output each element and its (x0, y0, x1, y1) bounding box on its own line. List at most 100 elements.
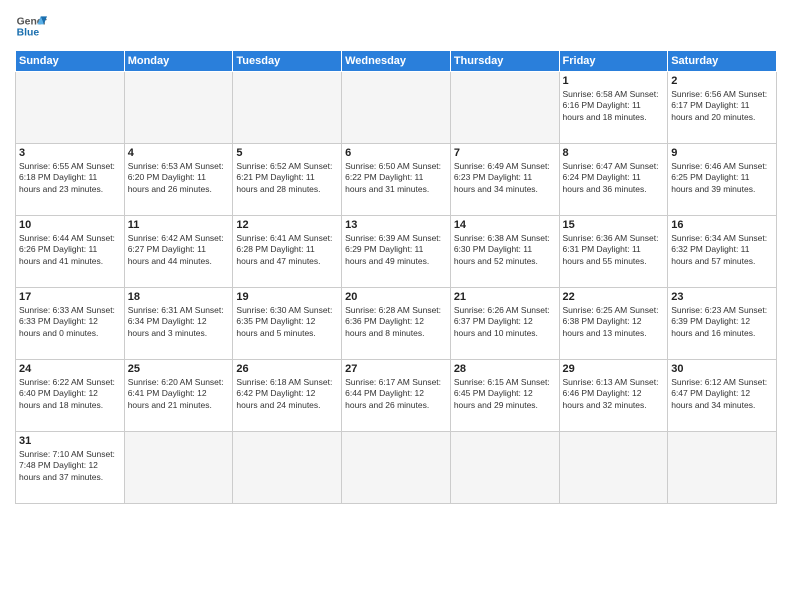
day-info: Sunrise: 6:20 AM Sunset: 6:41 PM Dayligh… (128, 377, 230, 411)
weekday-header-saturday: Saturday (668, 51, 777, 72)
day-number: 8 (563, 147, 665, 159)
calendar-table: SundayMondayTuesdayWednesdayThursdayFrid… (15, 50, 777, 504)
day-info: Sunrise: 6:56 AM Sunset: 6:17 PM Dayligh… (671, 89, 773, 123)
calendar-cell: 15 Sunrise: 6:36 AM Sunset: 6:31 PM Dayli… (559, 216, 668, 288)
day-info: Sunrise: 6:47 AM Sunset: 6:24 PM Dayligh… (563, 161, 665, 195)
calendar-cell: 28 Sunrise: 6:15 AM Sunset: 6:45 PM Dayli… (450, 360, 559, 432)
calendar-cell: 11 Sunrise: 6:42 AM Sunset: 6:27 PM Dayli… (124, 216, 233, 288)
day-info: Sunrise: 6:36 AM Sunset: 6:31 PM Dayligh… (563, 233, 665, 267)
calendar-cell: 2 Sunrise: 6:56 AM Sunset: 6:17 PM Daylig… (668, 72, 777, 144)
day-info: Sunrise: 6:44 AM Sunset: 6:26 PM Dayligh… (19, 233, 121, 267)
day-number: 7 (454, 147, 556, 159)
day-number: 31 (19, 435, 121, 447)
day-number: 12 (236, 219, 338, 231)
calendar-cell: 22 Sunrise: 6:25 AM Sunset: 6:38 PM Dayli… (559, 288, 668, 360)
calendar-cell: 9 Sunrise: 6:46 AM Sunset: 6:25 PM Daylig… (668, 144, 777, 216)
page: General Blue SundayMondayTuesdayWednesda… (0, 0, 792, 612)
day-number: 2 (671, 75, 773, 87)
day-number: 17 (19, 291, 121, 303)
calendar-cell (233, 72, 342, 144)
day-info: Sunrise: 6:55 AM Sunset: 6:18 PM Dayligh… (19, 161, 121, 195)
calendar-cell: 17 Sunrise: 6:33 AM Sunset: 6:33 PM Dayli… (16, 288, 125, 360)
day-info: Sunrise: 6:23 AM Sunset: 6:39 PM Dayligh… (671, 305, 773, 339)
day-number: 24 (19, 363, 121, 375)
calendar-cell: 18Sunrise: 6:31 AM Sunset: 6:34 PM Dayli… (124, 288, 233, 360)
calendar-cell: 20 Sunrise: 6:28 AM Sunset: 6:36 PM Dayli… (342, 288, 451, 360)
calendar-cell (233, 432, 342, 504)
day-info: Sunrise: 6:28 AM Sunset: 6:36 PM Dayligh… (345, 305, 447, 339)
calendar-cell: 30Sunrise: 6:12 AM Sunset: 6:47 PM Dayli… (668, 360, 777, 432)
calendar-cell (450, 432, 559, 504)
day-number: 6 (345, 147, 447, 159)
weekday-header-friday: Friday (559, 51, 668, 72)
day-info: Sunrise: 6:52 AM Sunset: 6:21 PM Dayligh… (236, 161, 338, 195)
day-number: 26 (236, 363, 338, 375)
day-info: Sunrise: 6:39 AM Sunset: 6:29 PM Dayligh… (345, 233, 447, 267)
day-info: Sunrise: 6:25 AM Sunset: 6:38 PM Dayligh… (563, 305, 665, 339)
calendar-week-1: 1Sunrise: 6:58 AM Sunset: 6:16 PM Daylig… (16, 72, 777, 144)
calendar-cell: 21Sunrise: 6:26 AM Sunset: 6:37 PM Dayli… (450, 288, 559, 360)
day-info: Sunrise: 6:22 AM Sunset: 6:40 PM Dayligh… (19, 377, 121, 411)
day-number: 19 (236, 291, 338, 303)
calendar-cell: 5Sunrise: 6:52 AM Sunset: 6:21 PM Daylig… (233, 144, 342, 216)
calendar-cell: 25 Sunrise: 6:20 AM Sunset: 6:41 PM Dayli… (124, 360, 233, 432)
calendar-week-3: 10 Sunrise: 6:44 AM Sunset: 6:26 PM Dayli… (16, 216, 777, 288)
calendar-cell: 19 Sunrise: 6:30 AM Sunset: 6:35 PM Dayli… (233, 288, 342, 360)
day-number: 10 (19, 219, 121, 231)
weekday-header-wednesday: Wednesday (342, 51, 451, 72)
calendar-cell: 31 Sunrise: 7:10 AM Sunset: 7:48 PM Dayli… (16, 432, 125, 504)
calendar-cell (668, 432, 777, 504)
day-number: 9 (671, 147, 773, 159)
header: General Blue (15, 10, 777, 42)
calendar-week-4: 17 Sunrise: 6:33 AM Sunset: 6:33 PM Dayli… (16, 288, 777, 360)
calendar-cell: 24 Sunrise: 6:22 AM Sunset: 6:40 PM Dayli… (16, 360, 125, 432)
day-info: Sunrise: 6:41 AM Sunset: 6:28 PM Dayligh… (236, 233, 338, 267)
calendar-cell: 23Sunrise: 6:23 AM Sunset: 6:39 PM Dayli… (668, 288, 777, 360)
weekday-header-monday: Monday (124, 51, 233, 72)
day-info: Sunrise: 6:33 AM Sunset: 6:33 PM Dayligh… (19, 305, 121, 339)
calendar-cell: 26Sunrise: 6:18 AM Sunset: 6:42 PM Dayli… (233, 360, 342, 432)
day-number: 25 (128, 363, 230, 375)
calendar-cell (450, 72, 559, 144)
day-number: 21 (454, 291, 556, 303)
day-number: 11 (128, 219, 230, 231)
day-info: Sunrise: 6:15 AM Sunset: 6:45 PM Dayligh… (454, 377, 556, 411)
calendar-cell (124, 72, 233, 144)
weekday-header-tuesday: Tuesday (233, 51, 342, 72)
logo: General Blue (15, 10, 47, 42)
day-info: Sunrise: 6:46 AM Sunset: 6:25 PM Dayligh… (671, 161, 773, 195)
day-info: Sunrise: 6:30 AM Sunset: 6:35 PM Dayligh… (236, 305, 338, 339)
day-info: Sunrise: 6:42 AM Sunset: 6:27 PM Dayligh… (128, 233, 230, 267)
day-info: Sunrise: 6:53 AM Sunset: 6:20 PM Dayligh… (128, 161, 230, 195)
svg-text:Blue: Blue (17, 28, 40, 39)
day-number: 15 (563, 219, 665, 231)
day-number: 28 (454, 363, 556, 375)
calendar-week-5: 24 Sunrise: 6:22 AM Sunset: 6:40 PM Dayli… (16, 360, 777, 432)
calendar-cell: 7Sunrise: 6:49 AM Sunset: 6:23 PM Daylig… (450, 144, 559, 216)
day-number: 29 (563, 363, 665, 375)
day-number: 30 (671, 363, 773, 375)
calendar-week-6: 31 Sunrise: 7:10 AM Sunset: 7:48 PM Dayli… (16, 432, 777, 504)
calendar-cell: 8 Sunrise: 6:47 AM Sunset: 6:24 PM Daylig… (559, 144, 668, 216)
calendar-cell: 16Sunrise: 6:34 AM Sunset: 6:32 PM Dayli… (668, 216, 777, 288)
day-info: Sunrise: 6:31 AM Sunset: 6:34 PM Dayligh… (128, 305, 230, 339)
calendar-cell (124, 432, 233, 504)
day-info: Sunrise: 6:34 AM Sunset: 6:32 PM Dayligh… (671, 233, 773, 267)
calendar-cell: 14Sunrise: 6:38 AM Sunset: 6:30 PM Dayli… (450, 216, 559, 288)
day-info: Sunrise: 6:50 AM Sunset: 6:22 PM Dayligh… (345, 161, 447, 195)
day-number: 20 (345, 291, 447, 303)
day-info: Sunrise: 6:38 AM Sunset: 6:30 PM Dayligh… (454, 233, 556, 267)
day-info: Sunrise: 7:10 AM Sunset: 7:48 PM Dayligh… (19, 449, 121, 483)
calendar-cell: 12 Sunrise: 6:41 AM Sunset: 6:28 PM Dayli… (233, 216, 342, 288)
calendar-cell: 27Sunrise: 6:17 AM Sunset: 6:44 PM Dayli… (342, 360, 451, 432)
calendar-cell: 29 Sunrise: 6:13 AM Sunset: 6:46 PM Dayli… (559, 360, 668, 432)
calendar-week-2: 3Sunrise: 6:55 AM Sunset: 6:18 PM Daylig… (16, 144, 777, 216)
day-number: 22 (563, 291, 665, 303)
calendar-cell: 10 Sunrise: 6:44 AM Sunset: 6:26 PM Dayli… (16, 216, 125, 288)
day-info: Sunrise: 6:13 AM Sunset: 6:46 PM Dayligh… (563, 377, 665, 411)
day-number: 13 (345, 219, 447, 231)
calendar-cell (16, 72, 125, 144)
day-info: Sunrise: 6:58 AM Sunset: 6:16 PM Dayligh… (563, 89, 665, 123)
calendar-cell: 6 Sunrise: 6:50 AM Sunset: 6:22 PM Daylig… (342, 144, 451, 216)
weekday-header-row: SundayMondayTuesdayWednesdayThursdayFrid… (16, 51, 777, 72)
